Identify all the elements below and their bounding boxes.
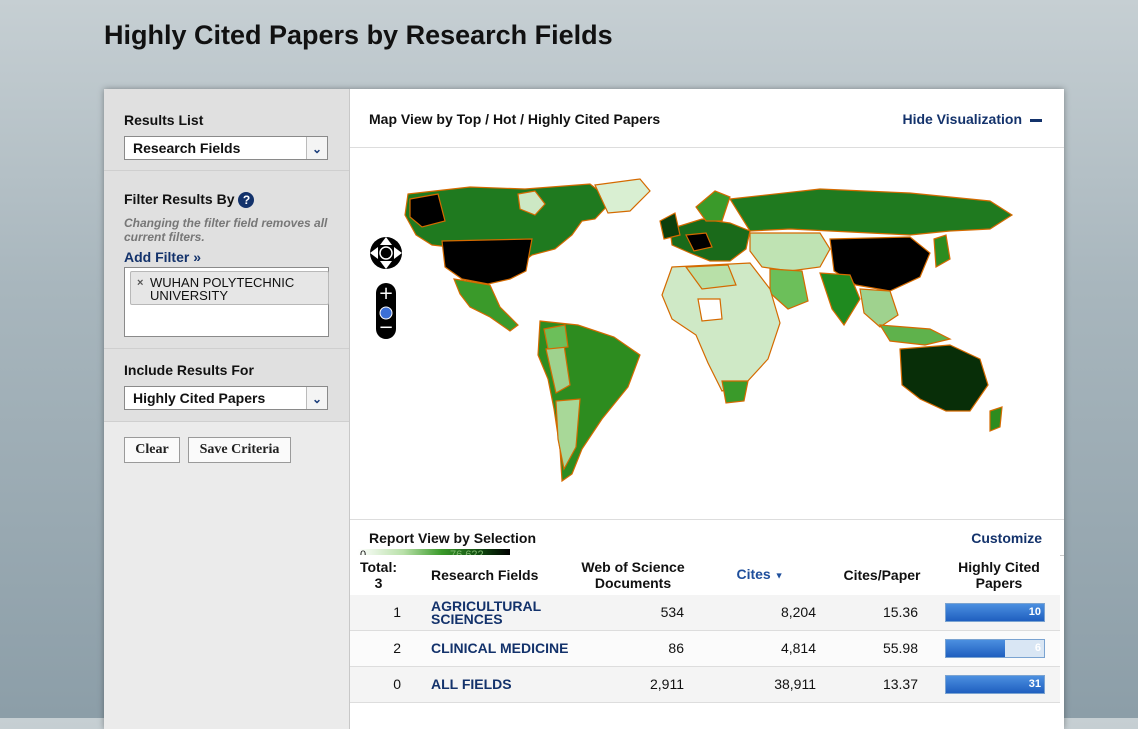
include-section: Include Results For Highly Cited Papers … xyxy=(104,349,349,422)
include-value: Highly Cited Papers xyxy=(133,390,266,406)
row-documents: 86 xyxy=(572,630,694,667)
map-header: Map View by Top / Hot / Highly Cited Pap… xyxy=(350,89,1064,148)
total-label: Total: xyxy=(359,559,398,575)
highly-cited-bar[interactable]: 31 xyxy=(945,675,1045,694)
filter-hint: Changing the filter field removes all cu… xyxy=(124,216,328,245)
highly-cited-value: 10 xyxy=(1028,606,1041,618)
hide-visualization-label: Hide Visualization xyxy=(902,111,1022,127)
main-content: Map View by Top / Hot / Highly Cited Pap… xyxy=(350,89,1064,729)
filter-heading-row: Filter Results By? xyxy=(124,171,329,209)
chevron-down-icon[interactable]: ⌄ xyxy=(306,137,327,159)
row-rank: 1 xyxy=(350,595,407,631)
filter-list: × WUHAN POLYTECHNIC UNIVERSITY xyxy=(124,267,329,338)
results-list-heading: Results List xyxy=(124,112,204,128)
documents-header[interactable]: Web of Science Documents xyxy=(572,555,694,595)
minus-icon xyxy=(1030,118,1042,122)
zoom-in-icon[interactable]: + xyxy=(378,283,393,304)
sidebar: Results List Research Fields ⌄ Filter Re… xyxy=(104,89,350,729)
highly-cited-bar[interactable]: 6 xyxy=(945,639,1045,658)
report-table: Total: 3 Research Fields Web of Science … xyxy=(350,555,1060,703)
table-row: 1 AGRICULTURAL SCIENCES 534 8,204 15.36 10 xyxy=(350,595,1060,631)
filter-heading: Filter Results By xyxy=(124,191,235,207)
cites-per-paper-header[interactable]: Cites/Paper xyxy=(826,555,938,595)
total-header: Total: 3 xyxy=(350,555,407,595)
clear-button[interactable]: Clear xyxy=(124,437,180,463)
report-title: Report View by Selection xyxy=(369,530,537,546)
research-fields-header[interactable]: Research Fields xyxy=(407,555,572,595)
include-select[interactable]: Highly Cited Papers ⌄ xyxy=(124,386,328,410)
customize-link[interactable]: Customize xyxy=(971,530,1042,546)
sort-down-icon[interactable]: ▼ xyxy=(775,571,784,581)
row-cites: 38,911 xyxy=(694,666,826,703)
world-map-svg xyxy=(404,178,1014,483)
report-header: Report View by Selection Customize xyxy=(350,519,1064,556)
total-count: 3 xyxy=(374,575,383,591)
results-list-section: Results List Research Fields ⌄ xyxy=(104,89,349,171)
add-filter-link[interactable]: Add Filter » xyxy=(124,249,329,265)
help-icon[interactable]: ? xyxy=(238,192,255,209)
filter-chip[interactable]: × WUHAN POLYTECHNIC UNIVERSITY xyxy=(130,271,329,306)
highly-cited-value: 6 xyxy=(1034,642,1041,654)
remove-filter-icon[interactable]: × xyxy=(137,277,143,290)
row-rank: 0 xyxy=(350,666,407,703)
row-cites-per-paper: 13.37 xyxy=(826,666,938,703)
map-controls: + − xyxy=(368,229,404,341)
filter-section: Filter Results By? Changing the filter f… xyxy=(104,171,349,349)
world-map[interactable]: + − 0 76,622 xyxy=(350,149,1064,567)
research-field-link[interactable]: CLINICAL MEDICINE xyxy=(431,640,568,656)
table-row: 2 CLINICAL MEDICINE 86 4,814 55.98 6 xyxy=(350,630,1060,667)
map-title: Map View by Top / Hot / Highly Cited Pap… xyxy=(369,111,661,127)
table-row: 0 ALL FIELDS 2,911 38,911 13.37 31 xyxy=(350,666,1060,703)
row-cites: 4,814 xyxy=(694,630,826,667)
pan-control-icon[interactable] xyxy=(370,237,402,269)
results-list-value: Research Fields xyxy=(133,140,241,156)
highly-cited-header[interactable]: Highly Cited Papers xyxy=(938,555,1060,595)
chevron-down-icon[interactable]: ⌄ xyxy=(306,387,327,409)
research-field-link[interactable]: ALL FIELDS xyxy=(431,676,512,692)
row-cites-per-paper: 15.36 xyxy=(826,595,938,631)
cites-header-label: Cites xyxy=(736,566,771,583)
results-list-select[interactable]: Research Fields ⌄ xyxy=(124,136,328,160)
filter-chip-label: WUHAN POLYTECHNIC UNIVERSITY xyxy=(150,275,295,304)
highly-cited-value: 31 xyxy=(1028,678,1041,690)
include-heading: Include Results For xyxy=(124,362,254,378)
row-cites-per-paper: 55.98 xyxy=(826,630,938,667)
results-panel: Results List Research Fields ⌄ Filter Re… xyxy=(104,89,1064,729)
zoom-out-icon[interactable]: − xyxy=(378,317,393,338)
save-criteria-button[interactable]: Save Criteria xyxy=(188,437,291,463)
row-rank: 2 xyxy=(350,630,407,667)
row-cites: 8,204 xyxy=(694,595,826,631)
row-documents: 2,911 xyxy=(572,666,694,703)
page-title: Highly Cited Papers by Research Fields xyxy=(104,20,613,50)
row-documents: 534 xyxy=(572,595,694,631)
highly-cited-bar-fill xyxy=(946,640,1005,657)
hide-visualization-link[interactable]: Hide Visualization xyxy=(902,111,1042,127)
cites-header[interactable]: Cites ▼ xyxy=(694,555,826,595)
highly-cited-bar[interactable]: 10 xyxy=(945,603,1045,622)
research-field-link[interactable]: AGRICULTURAL SCIENCES xyxy=(431,598,541,627)
